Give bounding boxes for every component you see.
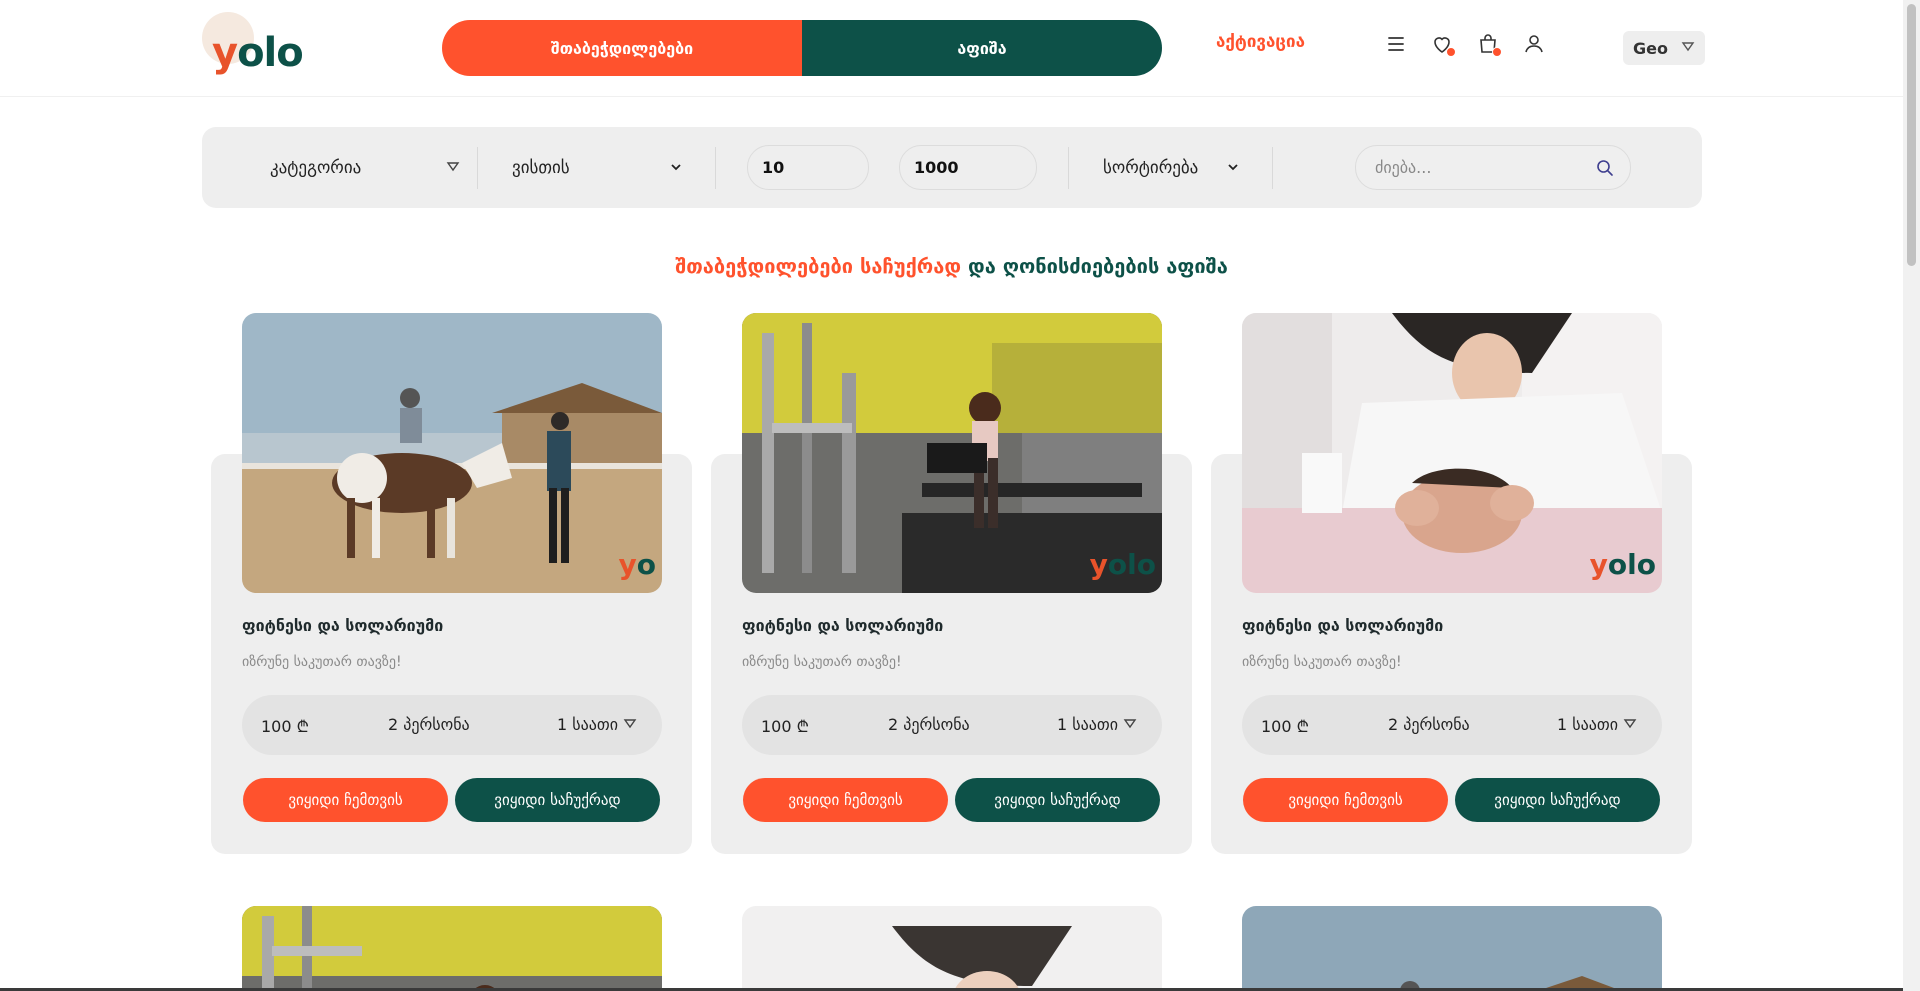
category-label: კატეგორია [270,157,362,178]
chevron-down-icon [671,164,681,171]
buy-for-myself-button[interactable]: ვიყიდი ჩემთვის [1243,778,1448,822]
card-subtitle: იზრუნე საკუთარ თავზე! [1242,654,1402,670]
heart-icon[interactable] [1430,32,1456,57]
card-image-gym[interactable]: yolo [742,313,1162,593]
cart-badge [1492,47,1502,57]
buy-as-gift-button[interactable]: ვიყიდი საჩუქრად [1455,778,1660,822]
card-title[interactable]: ფიტნესი და სოლარიუმი [242,616,443,635]
for-whom-dropdown[interactable]: ვისთის [512,127,682,208]
duration-select[interactable]: 1 საათი [1057,715,1137,734]
tab-experiences[interactable]: შთაბეჭდილებები [442,20,802,76]
persons-label: 2 პერსონა [888,715,970,734]
language-value: Geo [1633,38,1668,58]
category-dropdown[interactable]: კატეგორია [270,127,460,208]
duration-select[interactable]: 1 საათი [1557,715,1637,734]
chevron-down-icon [1228,164,1238,171]
price-label: 100 ₾ [261,717,309,736]
search-placeholder: ძიება... [1375,158,1432,177]
price-label: 100 ₾ [1261,717,1309,736]
buy-for-myself-button[interactable]: ვიყიდი ჩემთვის [243,778,448,822]
filter-bar: კატეგორია ვისთის 10 1000 სორტირება ძიება… [202,127,1702,208]
chevron-down-icon [1681,42,1695,52]
price-max-input[interactable]: 1000 [899,145,1037,190]
card-image-gym[interactable] [242,906,662,991]
buy-as-gift-button[interactable]: ვიყიდი საჩუქრად [955,778,1160,822]
sort-label: სორტირება [1103,157,1199,178]
scrollbar-thumb[interactable] [1907,4,1916,266]
header-icons [1384,32,1546,57]
chevron-down-icon [1623,719,1637,729]
page-title: შთაბეჭდილებები საჩუქრად და ღონისძიებების… [675,254,1228,278]
card-info-bar: 100 ₾ 2 პერსონა 1 საათი [1242,695,1662,755]
card-image-horse-riding[interactable]: yo [242,313,662,593]
yolo-watermark: yolo [1079,542,1156,582]
card-subtitle: იზრუნე საკუთარ თავზე! [242,654,402,670]
card-info-bar: 100 ₾ 2 პერსონა 1 საათი [742,695,1162,755]
card-image-horse-riding[interactable] [1242,906,1662,991]
activation-link[interactable]: აქტივაცია [1216,32,1305,52]
persons-label: 2 პერსონა [1388,715,1470,734]
header: yolo შთაბეჭდილებები აფიშა აქტივაცია Geo [0,0,1903,97]
menu-icon[interactable] [1384,32,1408,56]
buy-as-gift-button[interactable]: ვიყიდი საჩუქრად [455,778,660,822]
price-label: 100 ₾ [761,717,809,736]
tab-events[interactable]: აფიშა [802,20,1162,76]
card-info-bar: 100 ₾ 2 პერსონა 1 საათი [242,695,662,755]
card-subtitle: იზრუნე საკუთარ თავზე! [742,654,902,670]
for-whom-label: ვისთის [512,157,570,178]
chevron-down-icon [1123,719,1137,729]
user-icon[interactable] [1522,32,1546,56]
yolo-watermark: yo [608,542,656,582]
search-input[interactable]: ძიება... [1355,145,1631,190]
search-icon[interactable] [1596,159,1614,177]
persons-label: 2 პერსონა [388,715,470,734]
yolo-watermark: yolo [1579,542,1656,582]
duration-select[interactable]: 1 საათი [557,715,637,734]
logo[interactable]: yolo [200,12,310,82]
buy-for-myself-button[interactable]: ვიყიდი ჩემთვის [743,778,948,822]
scrollbar[interactable] [1903,0,1920,991]
sort-dropdown[interactable]: სორტირება [1103,127,1239,208]
language-select[interactable]: Geo [1623,31,1705,65]
chevron-down-icon [623,719,637,729]
card-title[interactable]: ფიტნესი და სოლარიუმი [1242,616,1443,635]
card-image-facial-massage[interactable] [742,906,1162,991]
card-title[interactable]: ფიტნესი და სოლარიუმი [742,616,943,635]
wishlist-badge [1446,47,1456,57]
shopping-bag-icon[interactable] [1476,32,1502,57]
main-tabs: შთაბეჭდილებები აფიშა [442,20,1162,76]
chevron-down-icon [446,162,460,172]
price-min-input[interactable]: 10 [747,145,869,190]
card-image-facial-massage[interactable]: yolo [1242,313,1662,593]
